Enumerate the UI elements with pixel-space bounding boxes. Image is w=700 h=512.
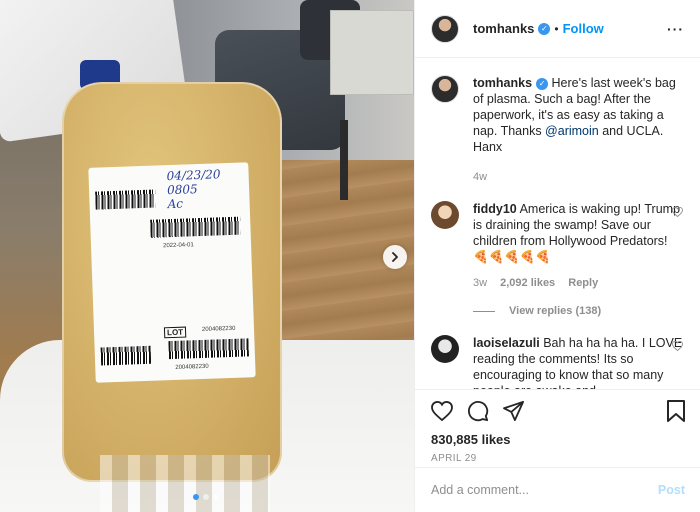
verified-icon: ✓ [538,22,551,35]
comment: laoiselazuli Bah ha ha ha ha. I LOVE rea… [431,335,685,389]
view-replies-button[interactable]: View replies (138) [473,305,685,317]
comment-input[interactable]: Add a comment... [431,483,529,497]
comment-username[interactable]: laoiselazuli [473,336,540,350]
share-icon[interactable] [503,401,525,421]
separator-dot: • [554,21,559,36]
heart-icon[interactable] [431,401,453,421]
post-header: tomhanks ✓ • Follow ··· [415,0,700,58]
post-photo[interactable]: 04/23/20 0805 Ac 2022-04-01 LOT 20040822… [0,0,414,512]
post-date[interactable]: APRIL 29 [431,453,685,464]
label-code: 2022-04-01 [162,242,194,250]
follow-button[interactable]: Follow [563,21,604,36]
label-barcode [150,216,241,238]
post-panel: tomhanks ✓ • Follow ··· tomhanks ✓ Here's… [414,0,700,512]
plasma-bag-label: 04/23/20 0805 Ac 2022-04-01 LOT 20040822… [88,162,256,383]
label-code: 2004082230 [201,325,236,333]
caption-age: 4w [473,171,488,183]
avatar[interactable] [431,201,459,229]
caption-username[interactable]: tomhanks [473,76,532,90]
bookmark-icon[interactable] [667,400,685,422]
comment-age: 3w [473,277,488,289]
photo-tubes [100,455,270,512]
carousel-dot [193,494,199,500]
comment-likes[interactable]: 2,092 likes [500,277,555,289]
reply-button[interactable]: Reply [568,277,598,289]
comment-username[interactable]: fiddy10 [473,202,517,216]
post-actions: 830,885 likes APRIL 29 [415,389,700,467]
label-handwriting: 04/23/20 0805 Ac [166,167,221,212]
add-comment-bar: Add a comment... Post [415,467,700,512]
next-photo-button[interactable] [383,245,407,269]
mention-link[interactable]: @arimoin [545,124,599,138]
label-lot: LOT [163,326,187,339]
carousel-dot [203,494,209,500]
avatar[interactable] [431,14,459,43]
comments-list[interactable]: tomhanks ✓ Here's last week's bag of plas… [415,59,700,389]
header-username[interactable]: tomhanks [473,21,534,36]
post-button[interactable]: Post [658,483,685,497]
label-code: 2004082230 [175,363,209,371]
comment: fiddy10 America is waking up! Trump is d… [431,201,685,291]
photo-cart [330,10,414,95]
photo-iv-stand [340,120,348,200]
chevron-right-icon [392,252,398,262]
comment-icon[interactable] [467,400,489,422]
carousel-indicator [193,494,219,500]
caption: tomhanks ✓ Here's last week's bag of plas… [431,75,685,185]
like-count[interactable]: 830,885 likes [431,432,685,447]
heart-icon[interactable] [672,340,683,354]
carousel-dot [213,494,219,500]
more-icon[interactable]: ··· [667,21,684,37]
heart-icon[interactable] [672,206,683,220]
label-barcode [95,189,156,210]
label-barcode [100,345,152,366]
divider [473,310,495,312]
avatar[interactable] [431,75,459,103]
verified-icon: ✓ [536,77,549,90]
label-barcode [168,338,249,360]
avatar[interactable] [431,335,459,363]
